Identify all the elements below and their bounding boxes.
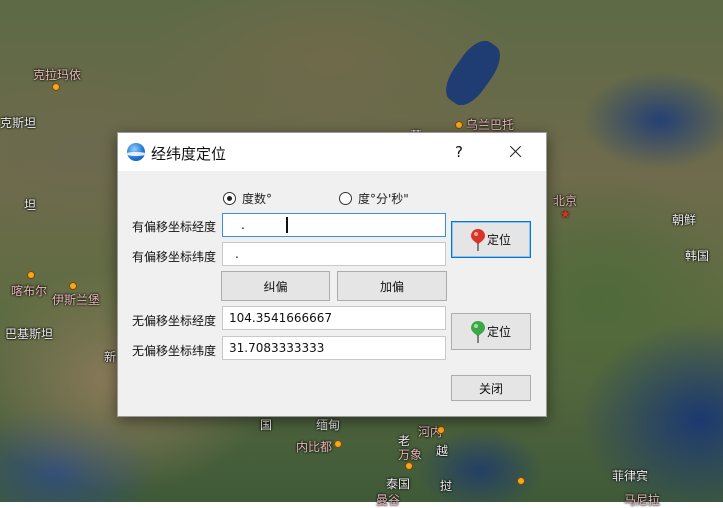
- noffset-lng-input[interactable]: 104.3541666667: [222, 306, 446, 330]
- noffset-lat-label: 无偏移坐标纬度: [132, 344, 217, 358]
- map-dot-naypyidaw: [334, 440, 342, 448]
- map-label-naypyidaw: 内比都: [296, 440, 333, 454]
- map-label-north-korea: 朝鲜: [672, 213, 697, 227]
- map-pin-red-icon: [470, 228, 485, 251]
- close-icon[interactable]: [500, 137, 530, 167]
- map-dot-karamay: [52, 83, 60, 91]
- map-dot-islamabad: [69, 282, 77, 290]
- map-label-thailand: 泰国: [386, 477, 411, 491]
- map-label-vientiane: 万象: [398, 448, 423, 462]
- map-label-islamabad: 伊斯兰堡: [52, 293, 101, 307]
- noffset-lat-input[interactable]: 31.7083333333: [222, 336, 446, 360]
- offset-lat-label: 有偏移坐标纬度: [132, 250, 217, 264]
- coordinate-locate-dialog: 经纬度定位 ? 度数° 度°分'秒" 有偏移坐标经度 . 有偏移坐标纬度 . 定…: [117, 132, 547, 417]
- map-star-beijing: ★: [560, 207, 571, 221]
- globe-icon: [127, 143, 145, 161]
- map-label-laos-partial: 挝: [440, 479, 453, 493]
- offset-lat-input[interactable]: .: [222, 242, 446, 266]
- add-offset-button[interactable]: 加偏: [337, 271, 447, 301]
- map-label-manila: 马尼拉: [624, 493, 661, 507]
- radio-degree-label: 度数°: [242, 192, 273, 206]
- radio-dms-label: 度°分'秒": [358, 192, 409, 206]
- noffset-lng-label: 无偏移坐标经度: [132, 314, 217, 328]
- offset-lng-value: .: [241, 218, 245, 232]
- offset-lng-input[interactable]: .: [222, 213, 446, 237]
- radio-degree[interactable]: 度数°: [223, 190, 272, 207]
- map-label-tajik: 坦: [24, 198, 37, 212]
- map-label-philippines: 菲律宾: [612, 469, 649, 483]
- correct-offset-button[interactable]: 纠偏: [221, 271, 330, 301]
- lake-baikal: [438, 34, 508, 112]
- map-label-vietnam: 越: [436, 444, 449, 458]
- offset-lng-label: 有偏移坐标经度: [132, 220, 217, 234]
- map-dot-ulanbator: [455, 121, 463, 129]
- radio-circle-checked[interactable]: [223, 192, 236, 205]
- map-label-pakistan: 巴基斯坦: [5, 327, 54, 341]
- close-button[interactable]: 关闭: [451, 375, 531, 401]
- map-label-karamay: 克拉玛依: [33, 68, 82, 82]
- map-label-ulanbator: 乌兰巴托: [466, 118, 515, 132]
- map-dot-hanoi: [437, 426, 445, 434]
- map-label-kabul: 喀布尔: [11, 284, 48, 298]
- dialog-title: 经纬度定位: [151, 145, 227, 163]
- dialog-titlebar[interactable]: 经纬度定位 ?: [118, 133, 546, 171]
- locate-offset-label: 定位: [486, 233, 511, 247]
- map-dot-kabul: [27, 271, 35, 279]
- offset-lat-value: .: [235, 247, 239, 261]
- text-caret: [286, 217, 288, 233]
- locate-offset-button[interactable]: 定位: [451, 221, 531, 258]
- radio-dms[interactable]: 度°分'秒": [339, 190, 409, 207]
- map-label-myanmar: 缅甸: [316, 418, 341, 432]
- map-dot-vientiane: [405, 462, 413, 470]
- locate-nooffset-button[interactable]: 定位: [451, 313, 531, 350]
- map-label-uzbek: 克斯坦: [0, 116, 37, 130]
- map-pin-green-icon: [470, 320, 485, 343]
- map-label-nepal: 新: [104, 350, 117, 364]
- radio-circle-unchecked[interactable]: [339, 192, 352, 205]
- map-label-china: 国: [260, 418, 273, 432]
- map-dot-bangkok: [517, 477, 525, 485]
- locate-nooffset-label: 定位: [486, 325, 511, 339]
- help-button[interactable]: ?: [444, 137, 474, 167]
- map-label-bangkok: 曼谷: [376, 493, 401, 507]
- map-label-korea: 韩国: [685, 249, 710, 263]
